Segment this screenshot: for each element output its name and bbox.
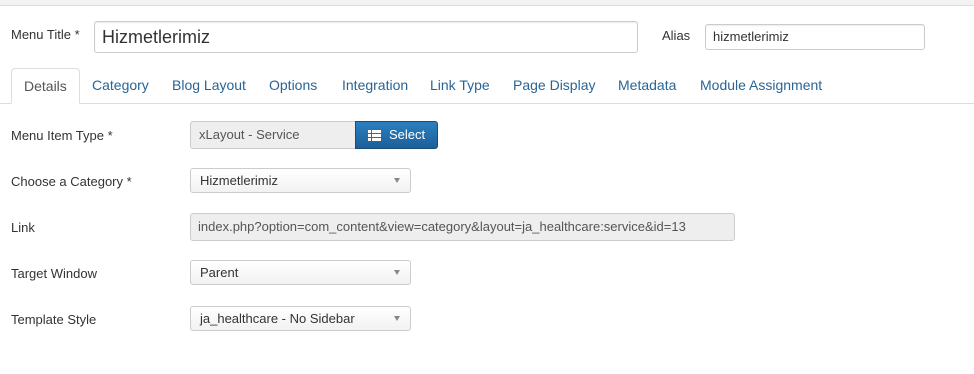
tab-category[interactable]: Category: [80, 68, 161, 103]
template-style-label: Template Style: [11, 312, 97, 327]
tab-module-assignment[interactable]: Module Assignment: [688, 68, 834, 103]
alias-label: Alias: [662, 28, 691, 43]
menu-title-label: Menu Title *: [11, 27, 80, 42]
chevron-down-icon: [394, 270, 400, 275]
select-menu-type-button[interactable]: Select: [355, 121, 438, 149]
chevron-down-icon: [394, 316, 400, 321]
menu-item-type-label: Menu Item Type *: [11, 128, 113, 143]
link-label: Link: [11, 220, 35, 235]
menu-title-input[interactable]: Hizmetlerimiz: [94, 21, 638, 53]
template-style-select[interactable]: ja_healthcare - No Sidebar: [190, 306, 411, 331]
target-window-select-value: Parent: [200, 265, 239, 280]
category-label: Choose a Category *: [11, 174, 132, 189]
top-toolbar-edge: [0, 0, 974, 6]
list-icon: [368, 130, 381, 141]
template-style-select-value: ja_healthcare - No Sidebar: [200, 311, 355, 326]
link-field: index.php?option=com_content&view=catego…: [190, 213, 735, 241]
target-window-label: Target Window: [11, 266, 97, 281]
tab-link-type[interactable]: Link Type: [418, 68, 502, 103]
tab-details[interactable]: Details: [11, 68, 80, 104]
chevron-down-icon: [394, 178, 400, 183]
tab-bar: Details Category Blog Layout Options Int…: [0, 68, 974, 104]
alias-input[interactable]: hizmetlerimiz: [705, 24, 925, 50]
tab-page-display[interactable]: Page Display: [501, 68, 608, 103]
tab-metadata[interactable]: Metadata: [606, 68, 688, 103]
tab-options[interactable]: Options: [257, 68, 329, 103]
target-window-select[interactable]: Parent: [190, 260, 411, 285]
menu-item-type-field: xLayout - Service: [190, 121, 356, 149]
category-select[interactable]: Hizmetlerimiz: [190, 168, 411, 193]
tab-integration[interactable]: Integration: [330, 68, 420, 103]
category-select-value: Hizmetlerimiz: [200, 173, 278, 188]
select-button-label: Select: [389, 127, 426, 142]
tab-blog-layout[interactable]: Blog Layout: [160, 68, 258, 103]
